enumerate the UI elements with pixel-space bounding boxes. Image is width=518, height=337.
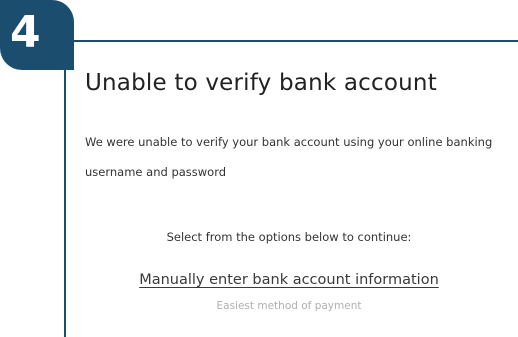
manual-entry-description: Easiest method of payment (216, 300, 362, 312)
instruction-text: Select from the options below to continu… (166, 230, 412, 244)
step-badge: 4 (0, 0, 74, 70)
frame-left-border (64, 40, 66, 337)
error-message: We were unable to verify your bank accou… (85, 135, 493, 179)
page-title: Unable to verify bank account (85, 70, 437, 96)
step-number: 4 (10, 7, 41, 58)
frame-top-border (68, 40, 518, 42)
manual-entry-link[interactable]: Manually enter bank account information (60, 269, 518, 291)
